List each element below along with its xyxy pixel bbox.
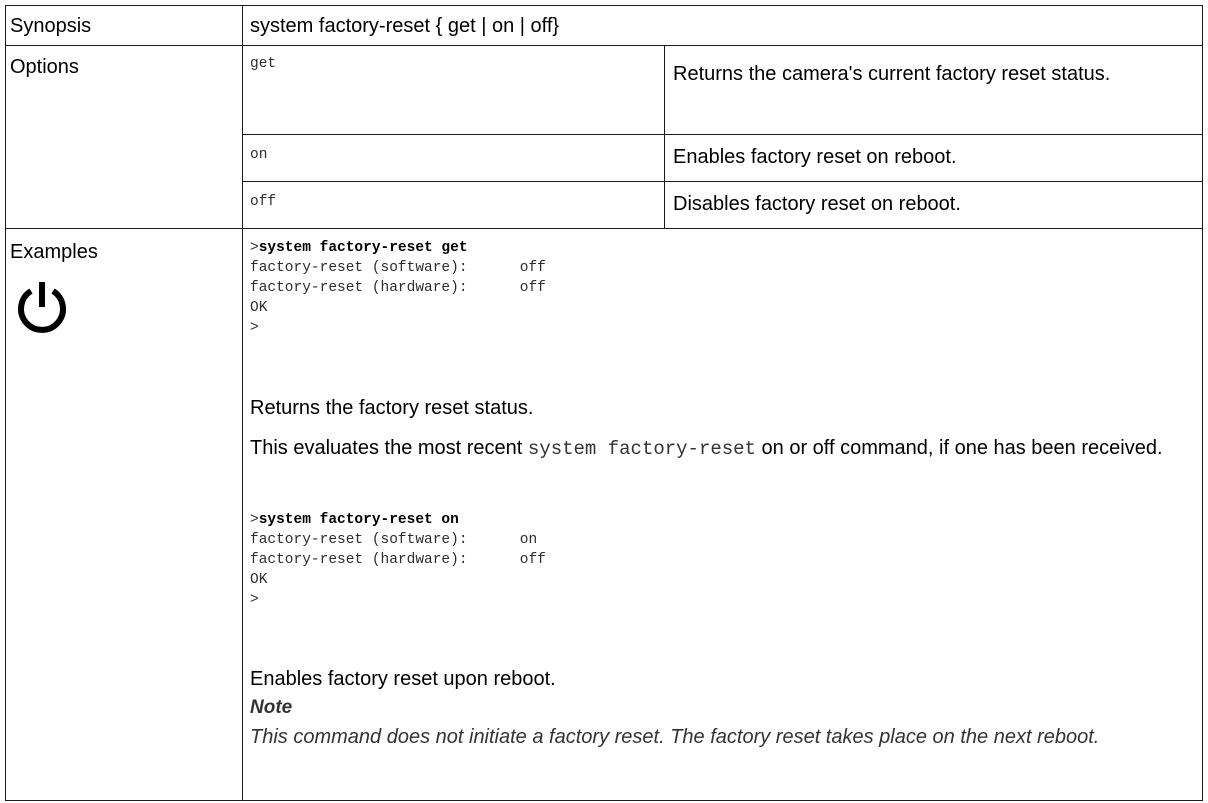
row-divider <box>5 228 1203 229</box>
detail-text: This evaluates the most recent <box>250 437 528 459</box>
examples-label: Examples <box>10 241 98 263</box>
option-name: on <box>250 147 268 163</box>
row-divider <box>242 134 1203 135</box>
example-detail: This evaluates the most recent system fa… <box>250 434 1190 464</box>
code-line: > <box>250 320 259 336</box>
code-command-line: >system factory-reset get <box>250 238 546 258</box>
row-divider <box>242 181 1203 182</box>
inline-command: system factory-reset <box>527 438 756 460</box>
code-line: factory-reset (hardware): off <box>250 552 546 568</box>
option-name: off <box>250 194 277 210</box>
example-description: Returns the factory reset status. <box>250 397 534 419</box>
note-heading: Note <box>250 697 293 718</box>
example-code-block: >system factory-reset on factory-reset (s… <box>250 510 546 610</box>
option-description: Enables factory reset on reboot. <box>673 146 957 168</box>
column-divider <box>242 5 243 801</box>
detail-text: on or off command, if one has been recei… <box>755 437 1163 459</box>
power-icon <box>18 282 66 333</box>
note-text: This command does not initiate a factory… <box>250 726 1100 748</box>
options-label: Options <box>10 56 79 78</box>
prompt: > <box>250 240 259 256</box>
column-divider <box>664 45 665 228</box>
code-line: factory-reset (software): off <box>250 260 546 276</box>
code-line: factory-reset (software): on <box>250 532 538 548</box>
option-name: get <box>250 56 277 72</box>
code-line: > <box>250 592 259 608</box>
prompt: > <box>250 512 259 528</box>
synopsis-label: Synopsis <box>10 15 92 37</box>
option-description: Disables factory reset on reboot. <box>673 193 961 215</box>
code-line: factory-reset (hardware): off <box>250 280 546 296</box>
row-divider <box>5 45 1203 46</box>
code-line: OK <box>250 300 268 316</box>
example-code-block: >system factory-reset get factory-reset (… <box>250 238 546 338</box>
command: system factory-reset on <box>258 512 459 528</box>
code-line: OK <box>250 572 268 588</box>
command: system factory-reset get <box>258 240 468 256</box>
synopsis-text: system factory-reset { get | on | off} <box>250 15 560 37</box>
code-command-line: >system factory-reset on <box>250 510 546 530</box>
example-description: Enables factory reset upon reboot. <box>250 668 556 690</box>
option-description: Returns the camera's current factory res… <box>673 63 1111 85</box>
